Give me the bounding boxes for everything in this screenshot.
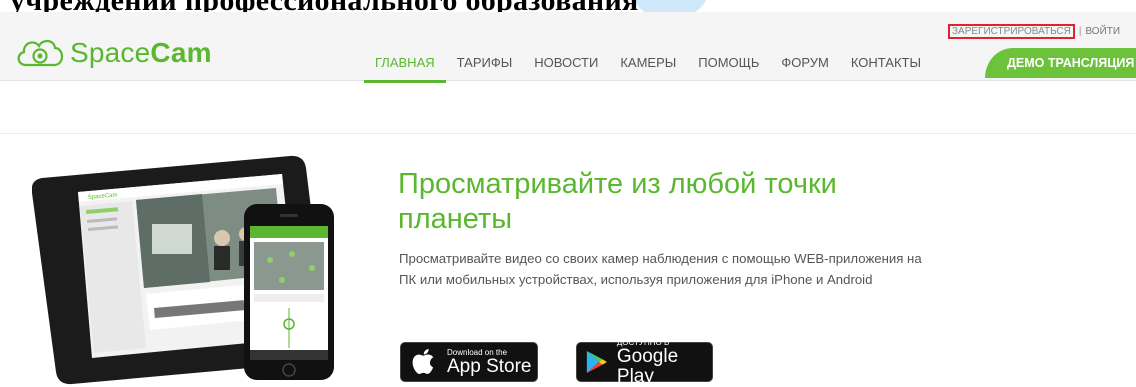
app-store-button[interactable]: Download on the App Store [400,342,538,382]
section-divider [0,133,1136,134]
nav-item-tariffs[interactable]: ТАРИФЫ [446,54,524,80]
register-link[interactable]: ЗАРЕГИСТРИРОВАТЬСЯ [948,24,1075,39]
auth-separator: | [1078,26,1082,37]
nav-item-cameras[interactable]: КАМЕРЫ [609,54,687,80]
google-play-button[interactable]: ДОСТУПНО В Google Play [576,338,713,386]
google-play-icon [586,350,608,374]
main-nav: ГЛАВНАЯ ТАРИФЫ НОВОСТИ КАМЕРЫ ПОМОЩЬ ФОР… [364,54,932,83]
login-link[interactable]: ВОЙТИ [1085,26,1120,37]
demo-broadcast-button[interactable]: ДЕМО ТРАНСЛЯЦИЯ [985,48,1136,78]
hero-headline: Просматривайте из любой точки планеты [398,168,837,235]
auth-links: ЗАРЕГИСТРИРОВАТЬСЯ | ВОЙТИ [948,24,1120,39]
phone-image [244,204,334,380]
nav-item-news[interactable]: НОВОСТИ [523,54,609,80]
cloud-camera-icon [17,39,64,67]
app-store-text: Download on the App Store [447,347,532,377]
logo-text: SpaceCam [70,37,212,68]
hero-description: Просматривайте видео со своих камер набл… [399,251,922,287]
apple-icon [412,349,434,374]
nav-item-help[interactable]: ПОМОЩЬ [687,54,770,80]
logo[interactable]: SpaceCam [14,32,212,72]
google-play-text: ДОСТУПНО В Google Play [616,337,679,387]
devices-illustration: SpaceCam [32,155,334,385]
nav-item-contacts[interactable]: КОНТАКТЫ [840,54,932,80]
nav-item-forum[interactable]: ФОРУМ [770,54,839,80]
nav-item-home[interactable]: ГЛАВНАЯ [364,54,446,83]
